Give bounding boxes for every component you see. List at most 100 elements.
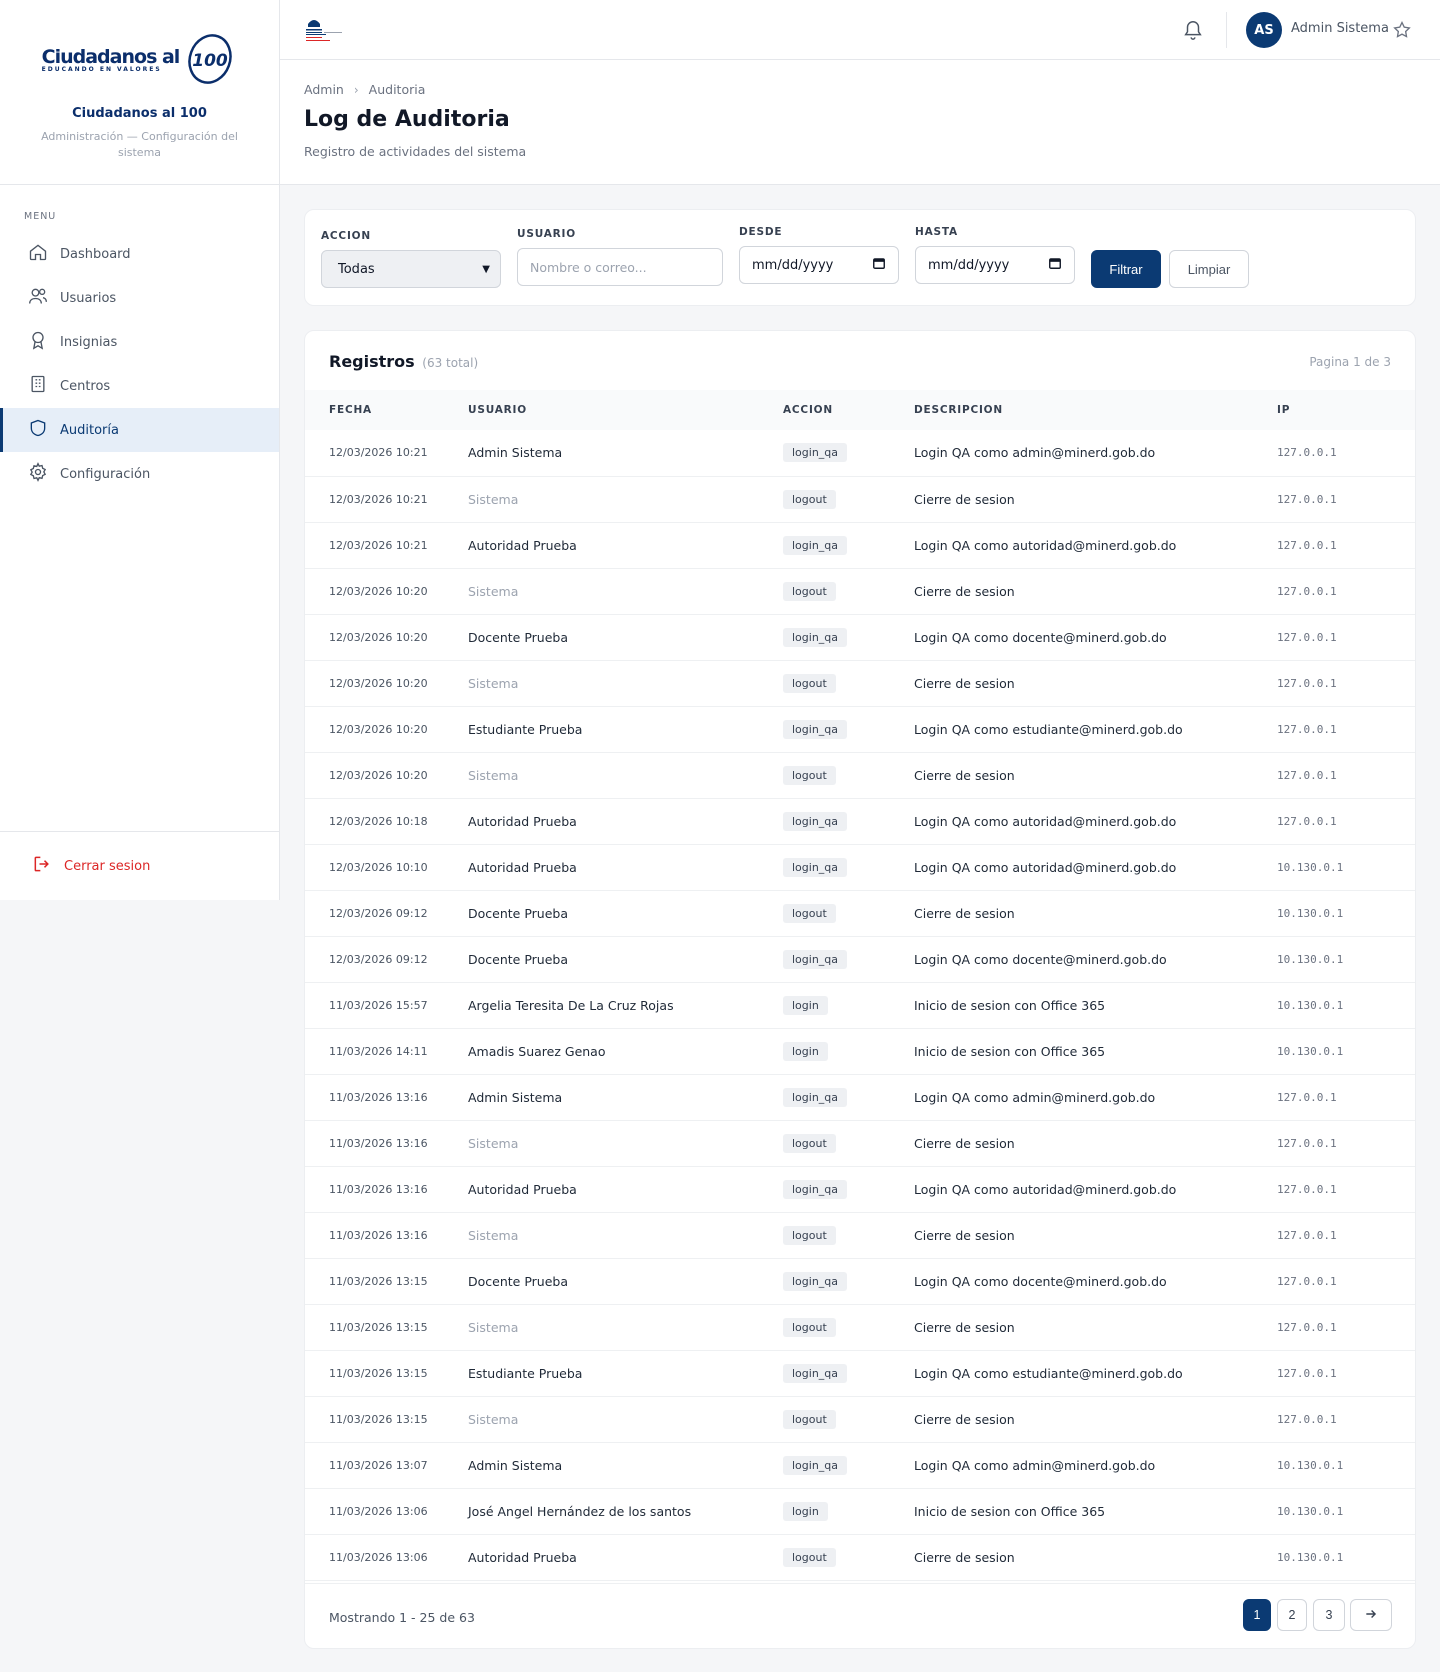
- notifications-bell-icon[interactable]: [1182, 18, 1204, 42]
- cell-descripcion: Cierre de sesion: [914, 675, 1015, 691]
- cell-usuario: Autoridad Prueba: [468, 1549, 577, 1565]
- cell-descripcion: Cierre de sesion: [914, 491, 1015, 507]
- cell-descripcion: Login QA como estudiante@minerd.gob.do: [914, 721, 1183, 737]
- limpiar-button[interactable]: Limpiar: [1169, 250, 1249, 288]
- cell-fecha: 12/03/2026 09:12: [329, 952, 428, 966]
- logout-label: Cerrar sesion: [64, 858, 151, 874]
- logout-button[interactable]: Cerrar sesion: [0, 831, 279, 900]
- cell-descripcion: Inicio de sesion con Office 365: [914, 1043, 1106, 1059]
- column-header-accion: ACCION: [783, 404, 833, 416]
- records-card: Registros (63 total) Pagina 1 de 3 FECHA…: [304, 330, 1416, 1649]
- table-row: 11/03/2026 13:16 Sistema logout Cierre de s…: [305, 1120, 1415, 1166]
- usuario-input[interactable]: Nombre o correo...: [517, 248, 723, 286]
- sidebar-item-dashboard[interactable]: Dashboard: [0, 232, 279, 276]
- action-badge: login_qa: [783, 1363, 848, 1383]
- brand-description: Administración — Configuración del siste…: [41, 130, 238, 159]
- cell-ip: 10.130.0.1: [1277, 860, 1344, 874]
- filter-card: ACCION Todas ▼ USUARIO Nombre o correo..…: [304, 209, 1416, 306]
- users-icon: [28, 286, 48, 310]
- cell-descripcion: Login QA como autoridad@minerd.gob.do: [914, 537, 1177, 553]
- calendar-icon[interactable]: [1048, 256, 1062, 274]
- action-badge: login_qa: [783, 535, 848, 555]
- cell-ip: 127.0.0.1: [1277, 630, 1337, 644]
- page-header: Admin › Auditoria Log de Auditoria Regis…: [280, 60, 1440, 185]
- action-badge: logout: [783, 903, 836, 923]
- filter-hasta: HASTA mm/dd/yyyy: [915, 226, 1075, 284]
- cell-descripcion: Login QA como docente@minerd.gob.do: [914, 951, 1167, 967]
- sidebar-item-label: Insignias: [60, 334, 118, 350]
- sidebar-nav: Dashboard Usuarios Insignias Centros Aud…: [0, 232, 279, 496]
- cell-accion: login_qa: [783, 522, 914, 568]
- sidebar-item-configuracion[interactable]: Configuración: [0, 452, 279, 496]
- cell-usuario: Sistema: [468, 675, 519, 691]
- filtrar-button[interactable]: Filtrar: [1091, 250, 1161, 288]
- cell-fecha: 11/03/2026 13:15: [329, 1366, 428, 1380]
- cell-ip: 127.0.0.1: [1277, 1366, 1337, 1380]
- sidebar-item-auditoria[interactable]: Auditoría: [0, 408, 279, 452]
- calendar-icon[interactable]: [872, 256, 886, 274]
- action-badge: logout: [783, 581, 836, 601]
- cell-descripcion: Login QA como autoridad@minerd.gob.do: [914, 1181, 1177, 1197]
- action-badge: login_qa: [783, 443, 848, 463]
- accion-select[interactable]: Todas ▼: [321, 250, 501, 288]
- action-badge: logout: [783, 1409, 836, 1429]
- filter-desde: DESDE mm/dd/yyyy: [739, 226, 899, 284]
- action-badge: login_qa: [783, 811, 848, 831]
- action-badge: logout: [783, 673, 836, 693]
- cell-fecha: 11/03/2026 13:16: [329, 1090, 428, 1104]
- cell-accion: login_qa: [783, 430, 914, 476]
- table-row: 11/03/2026 13:07 Admin Sistema login_qa Log…: [305, 1442, 1415, 1488]
- cell-descripcion: Login QA como autoridad@minerd.gob.do: [914, 813, 1177, 829]
- favorite-star-icon[interactable]: [1392, 20, 1412, 40]
- home-icon: [28, 242, 48, 266]
- table-row: 12/03/2026 10:10 Autoridad Prueba login_qa…: [305, 844, 1415, 890]
- brand-logo[interactable]: Ciudadanos al EDUCANDO EN VALORES 100: [0, 24, 279, 94]
- breadcrumb-admin[interactable]: Admin: [304, 82, 344, 97]
- brand-area: Ciudadanos al EDUCANDO EN VALORES 100 Ci…: [0, 0, 279, 185]
- desde-date-value: mm/dd/yyyy: [752, 257, 834, 273]
- hasta-date-input[interactable]: mm/dd/yyyy: [915, 246, 1075, 284]
- government-seal-logo[interactable]: [304, 14, 346, 46]
- cell-ip: 127.0.0.1: [1277, 446, 1337, 460]
- cell-ip: 127.0.0.1: [1277, 1090, 1337, 1104]
- shield-icon: [28, 418, 48, 442]
- action-badge: login: [783, 995, 828, 1015]
- action-badge: logout: [783, 1133, 836, 1153]
- cell-descripcion: Login QA como docente@minerd.gob.do: [914, 1273, 1167, 1289]
- sidebar-item-usuarios[interactable]: Usuarios: [0, 276, 279, 320]
- cell-fecha: 12/03/2026 10:10: [329, 860, 428, 874]
- menu-label: MENU: [24, 211, 57, 222]
- page-button-1[interactable]: 1: [1243, 1599, 1271, 1631]
- action-badge: login: [783, 1501, 828, 1521]
- user-avatar[interactable]: AS: [1246, 12, 1282, 48]
- sidebar-item-insignias[interactable]: Insignias: [0, 320, 279, 364]
- cell-usuario: Autoridad Prueba: [468, 813, 577, 829]
- page-button-3[interactable]: 3: [1313, 1599, 1345, 1631]
- action-badge: logout: [783, 1547, 836, 1567]
- table-row: 12/03/2026 10:21 Admin Sistema login_qa Log…: [305, 430, 1415, 476]
- cell-accion: login_qa: [783, 936, 914, 982]
- user-name[interactable]: Admin Sistema: [1291, 21, 1389, 36]
- cell-ip: 127.0.0.1: [1277, 584, 1337, 598]
- table-row: 11/03/2026 13:06 José Angel Hernández de …: [305, 1488, 1415, 1534]
- cell-ip: 127.0.0.1: [1277, 722, 1337, 736]
- page-button-2[interactable]: 2: [1277, 1599, 1307, 1631]
- cell-descripcion: Inicio de sesion con Office 365: [914, 1503, 1106, 1519]
- audit-table: FECHA USUARIO ACCION DESCRIPCION IP 12/0…: [305, 390, 1415, 1581]
- desde-date-input[interactable]: mm/dd/yyyy: [739, 246, 899, 284]
- cell-ip: 10.130.0.1: [1277, 1504, 1344, 1518]
- cell-ip: 127.0.0.1: [1277, 1136, 1337, 1150]
- next-page-button[interactable]: [1350, 1599, 1392, 1631]
- cell-usuario: Docente Prueba: [468, 951, 568, 967]
- cell-accion: login_qa: [783, 1074, 914, 1120]
- action-badge: login_qa: [783, 719, 848, 739]
- breadcrumb-auditoria: Auditoria: [368, 82, 426, 97]
- table-header-row: FECHA USUARIO ACCION DESCRIPCION IP: [305, 390, 1415, 430]
- cell-descripcion: Login QA como estudiante@minerd.gob.do: [914, 1365, 1183, 1381]
- sidebar-item-centros[interactable]: Centros: [0, 364, 279, 408]
- cell-fecha: 11/03/2026 13:06: [329, 1504, 428, 1518]
- award-icon: [28, 330, 48, 354]
- cell-accion: login: [783, 1028, 914, 1074]
- cell-fecha: 11/03/2026 13:16: [329, 1182, 428, 1196]
- desde-label: DESDE: [739, 226, 783, 238]
